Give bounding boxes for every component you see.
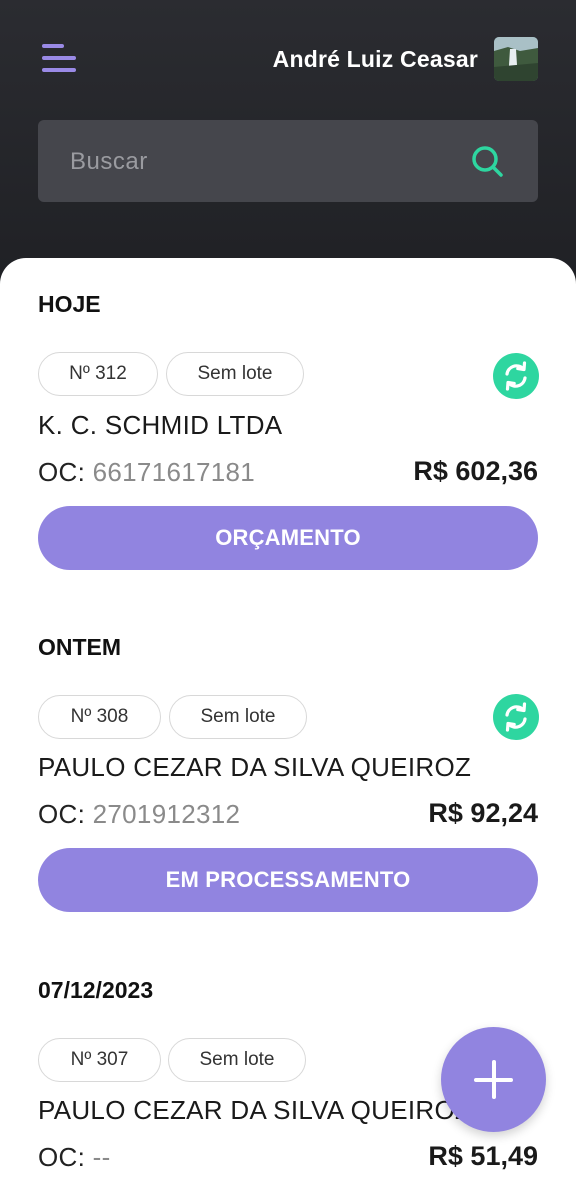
add-order-button[interactable] xyxy=(441,1027,546,1132)
section-title: ONTEM xyxy=(38,634,122,660)
user-name: André Luiz Ceasar xyxy=(272,46,478,72)
oc-line: OC: 2701912312 xyxy=(38,799,240,830)
section-title: 07/12/2023 xyxy=(38,977,154,1003)
lot-badge: Sem lote xyxy=(166,352,304,396)
search-bar xyxy=(38,120,538,204)
status-button[interactable]: ORÇAMENTO xyxy=(38,506,538,570)
search-input[interactable] xyxy=(68,120,452,204)
search-icon[interactable] xyxy=(468,142,508,182)
order-amount: R$ 51,49 xyxy=(428,1141,538,1171)
order-amount: R$ 92,24 xyxy=(428,798,538,828)
oc-label: OC: xyxy=(38,457,86,487)
client-name: PAULO CEZAR DA SILVA QUEIROZ xyxy=(38,1095,472,1125)
oc-line: OC: 66171617181 xyxy=(38,457,255,488)
order-amount: R$ 602,36 xyxy=(413,456,538,486)
sync-icon[interactable] xyxy=(493,694,539,740)
app-header: André Luiz Ceasar xyxy=(0,0,576,300)
client-name: PAULO CEZAR DA SILVA QUEIROZ xyxy=(38,752,472,782)
lot-badge: Sem lote xyxy=(168,1038,306,1082)
avatar[interactable] xyxy=(494,37,538,81)
menu-icon[interactable] xyxy=(38,40,82,80)
section-title: HOJE xyxy=(38,291,101,317)
sync-icon[interactable] xyxy=(493,353,539,399)
order-number-badge: Nº 307 xyxy=(38,1038,161,1082)
status-button[interactable]: EM PROCESSAMENTO xyxy=(38,848,538,912)
client-name: K. C. SCHMID LTDA xyxy=(38,410,283,440)
order-number-badge: Nº 308 xyxy=(38,695,161,739)
oc-line: OC: -- xyxy=(38,1142,111,1173)
lot-badge: Sem lote xyxy=(169,695,307,739)
order-number-badge: Nº 312 xyxy=(38,352,158,396)
oc-value: 2701912312 xyxy=(92,799,241,829)
oc-label: OC: xyxy=(38,799,86,829)
oc-value: 66171617181 xyxy=(92,457,256,487)
